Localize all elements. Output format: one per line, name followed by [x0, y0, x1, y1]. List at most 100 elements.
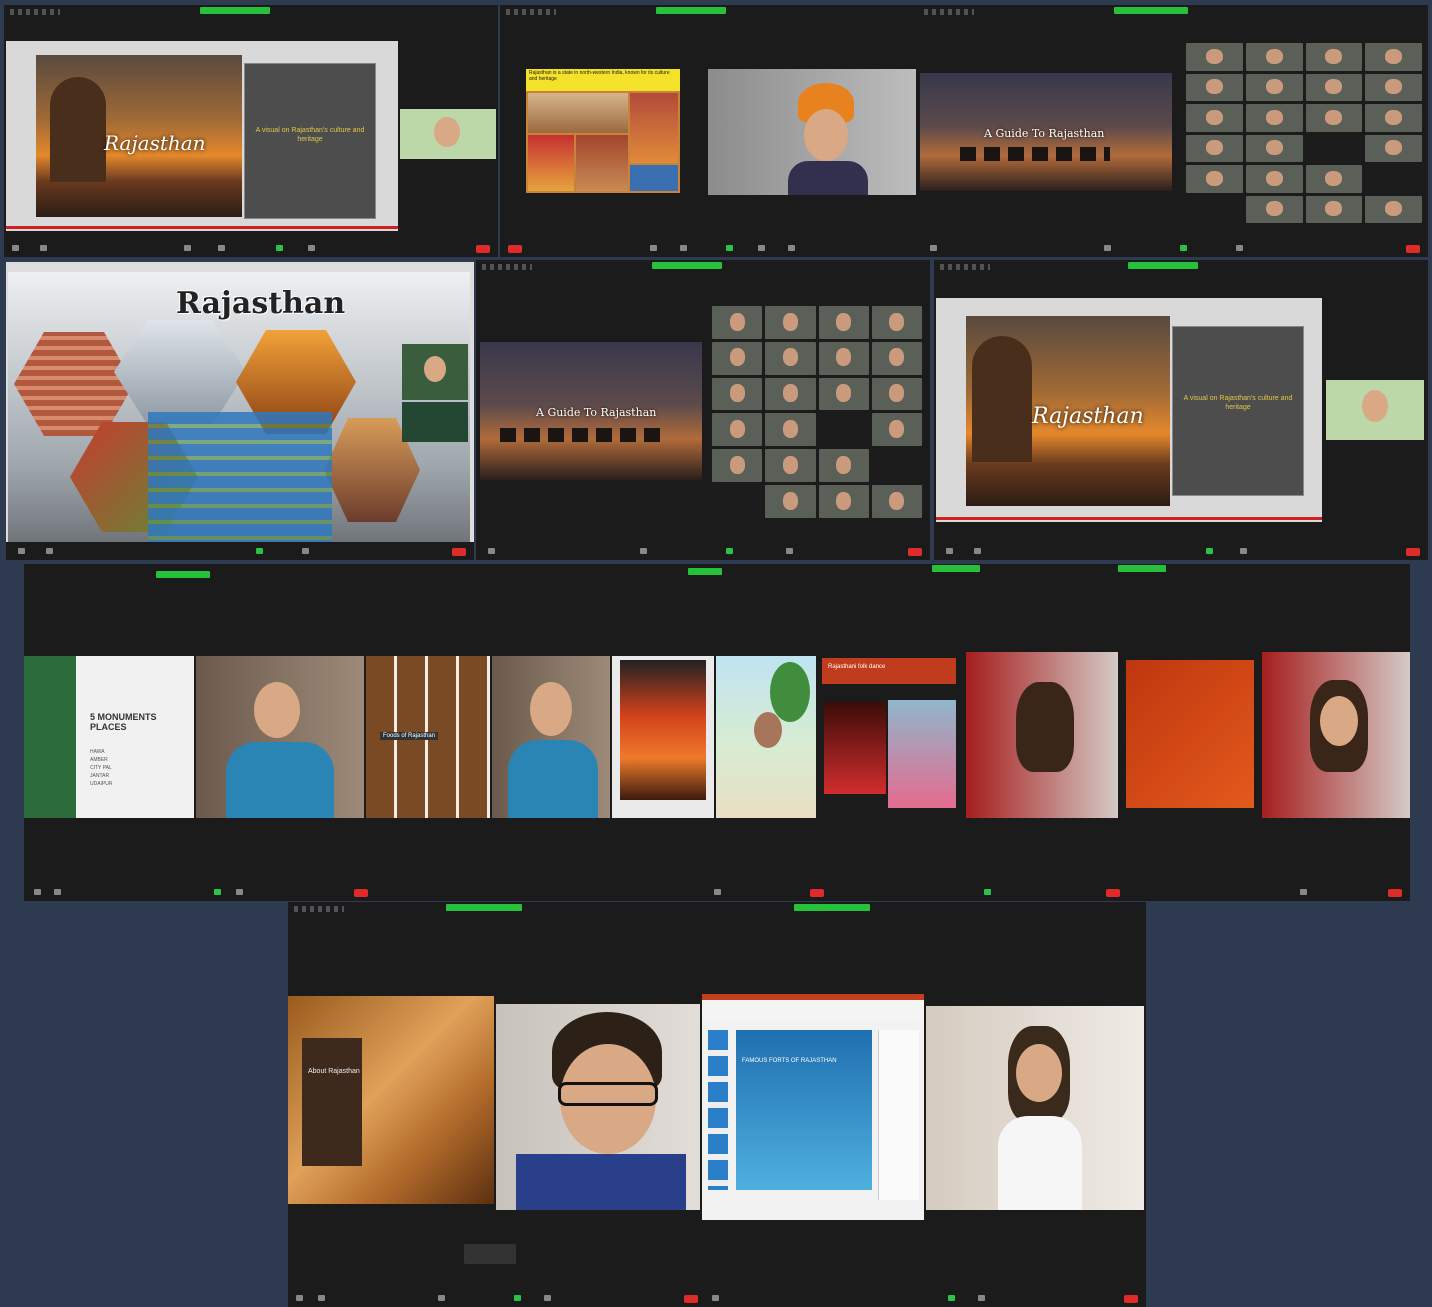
participant-video-girl[interactable]	[400, 109, 496, 159]
participant-tile[interactable]	[1365, 195, 1422, 223]
participant-tile[interactable]	[818, 306, 869, 339]
video-icon[interactable]	[974, 548, 981, 554]
participant-tile[interactable]	[1186, 134, 1243, 162]
chat-icon[interactable]	[218, 245, 225, 251]
participant-tile[interactable]	[1186, 43, 1243, 71]
participant-tile[interactable]	[1186, 165, 1243, 193]
video-icon[interactable]	[40, 245, 47, 251]
participant-video-girl-red-2[interactable]	[1262, 652, 1410, 818]
participant-tile[interactable]	[1186, 195, 1243, 223]
record-icon[interactable]	[786, 548, 793, 554]
participant-tile[interactable]	[765, 377, 816, 411]
participants-icon[interactable]	[184, 245, 191, 251]
record-icon[interactable]	[236, 889, 243, 895]
participant-tile[interactable]	[765, 485, 816, 518]
end-call-icon[interactable]	[1406, 245, 1420, 253]
mute-icon[interactable]	[18, 548, 25, 554]
participant-tile[interactable]	[818, 413, 869, 447]
participant-tile[interactable]	[1305, 104, 1363, 132]
end-call-icon[interactable]	[1388, 889, 1402, 897]
end-call-icon[interactable]	[508, 245, 522, 253]
participant-tile[interactable]	[712, 377, 763, 411]
participant-tile[interactable]	[1245, 165, 1303, 193]
participant-tile[interactable]	[1365, 73, 1422, 101]
end-call-icon[interactable]	[908, 548, 922, 556]
participants-icon[interactable]	[758, 245, 765, 251]
record-icon[interactable]	[302, 548, 309, 554]
participant-tile[interactable]	[765, 341, 816, 375]
participant-tile[interactable]	[1186, 73, 1243, 101]
participant-tile[interactable]	[1365, 104, 1422, 132]
participant-tile[interactable]	[712, 449, 763, 483]
participant-tile[interactable]	[871, 341, 922, 375]
share-screen-icon[interactable]	[514, 1295, 521, 1301]
share-screen-icon[interactable]	[256, 548, 263, 554]
end-call-icon[interactable]	[1106, 889, 1120, 897]
share-screen-icon[interactable]	[276, 245, 283, 251]
mute-icon[interactable]	[34, 889, 41, 895]
participants-icon[interactable]	[714, 889, 721, 895]
share-screen-icon[interactable]	[214, 889, 221, 895]
participant-tile[interactable]	[818, 449, 869, 483]
record-icon[interactable]	[1236, 245, 1243, 251]
video-icon[interactable]	[318, 1295, 325, 1301]
end-call-icon[interactable]	[1406, 548, 1420, 556]
participant-tile[interactable]	[1305, 165, 1363, 193]
video-icon[interactable]	[680, 245, 687, 251]
participant-tile[interactable]	[818, 485, 869, 518]
record-icon[interactable]	[308, 245, 315, 251]
record-icon[interactable]	[1300, 889, 1307, 895]
participants-icon[interactable]	[640, 548, 647, 554]
participant-tile[interactable]	[871, 306, 922, 339]
participant-tile[interactable]	[1365, 165, 1422, 193]
participant-tile[interactable]	[1245, 134, 1303, 162]
participant-tile[interactable]	[712, 413, 763, 447]
record-icon[interactable]	[788, 245, 795, 251]
share-screen-icon[interactable]	[984, 889, 991, 895]
participant-tile[interactable]	[765, 413, 816, 447]
record-icon[interactable]	[544, 1295, 551, 1301]
participant-tile[interactable]	[1365, 43, 1422, 71]
video-icon[interactable]	[54, 889, 61, 895]
end-call-icon[interactable]	[1124, 1295, 1138, 1303]
mute-icon[interactable]	[650, 245, 657, 251]
participant-tile[interactable]	[1305, 195, 1363, 223]
share-screen-icon[interactable]	[948, 1295, 955, 1301]
participant-tile[interactable]	[712, 485, 763, 518]
participant-video-boy-beach[interactable]	[716, 656, 816, 818]
participant-video-boy-blue[interactable]	[196, 656, 364, 818]
participant-tile[interactable]	[712, 341, 763, 375]
participant-tile[interactable]	[1186, 104, 1243, 132]
end-call-icon[interactable]	[452, 548, 466, 556]
participant-tile[interactable]	[765, 449, 816, 483]
record-icon[interactable]	[1240, 548, 1247, 554]
end-call-icon[interactable]	[476, 245, 490, 253]
participant-tile[interactable]	[1245, 43, 1303, 71]
participant-video-girl[interactable]	[402, 344, 468, 400]
mute-icon[interactable]	[712, 1295, 719, 1301]
participant-video-boy-glasses[interactable]	[496, 1004, 700, 1210]
participant-tile[interactable]	[871, 485, 922, 518]
participant-tile[interactable]	[871, 377, 922, 411]
participant-tile[interactable]	[712, 306, 763, 339]
participant-tile[interactable]	[1365, 134, 1422, 162]
participant-tile[interactable]	[1305, 73, 1363, 101]
participant-tile[interactable]	[1245, 195, 1303, 223]
record-icon[interactable]	[978, 1295, 985, 1301]
video-icon[interactable]	[46, 548, 53, 554]
share-screen-icon[interactable]	[726, 548, 733, 554]
participant-tile[interactable]	[818, 377, 869, 411]
share-screen-icon[interactable]	[1180, 245, 1187, 251]
end-call-icon[interactable]	[684, 1295, 698, 1303]
mute-icon[interactable]	[488, 548, 495, 554]
mute-icon[interactable]	[12, 245, 19, 251]
share-screen-icon[interactable]	[1206, 548, 1213, 554]
participant-video-girl-red[interactable]	[966, 652, 1118, 818]
participant-tile[interactable]	[871, 449, 922, 483]
participant-video-girl-white[interactable]	[926, 1006, 1144, 1210]
end-call-icon[interactable]	[810, 889, 824, 897]
mute-icon[interactable]	[946, 548, 953, 554]
share-screen-icon[interactable]	[726, 245, 733, 251]
participant-tile[interactable]	[1245, 73, 1303, 101]
mute-icon[interactable]	[930, 245, 937, 251]
